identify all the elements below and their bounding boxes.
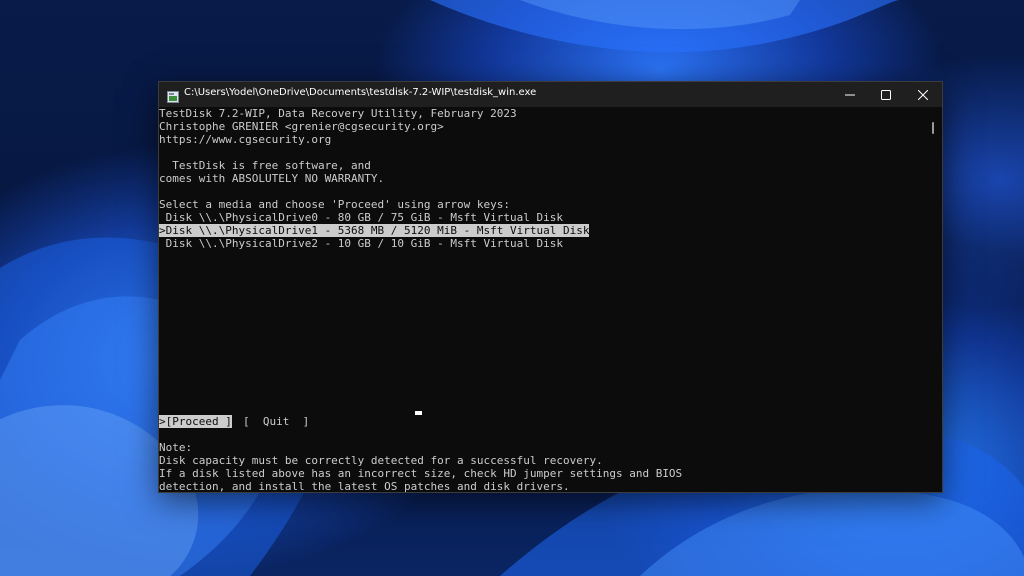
text-cursor: [415, 411, 422, 415]
header-line: TestDisk 7.2-WIP, Data Recovery Utility,…: [159, 107, 517, 120]
header-line: https://www.cgsecurity.org: [159, 133, 332, 146]
header-line: Christophe GRENIER <grenier@cgsecurity.o…: [159, 120, 444, 133]
note-line: If a disk listed above has an incorrect …: [159, 467, 683, 480]
testdisk-console-window[interactable]: C:\Users\Yodel\OneDrive\Documents\testdi…: [158, 81, 943, 493]
close-icon: [917, 85, 929, 104]
window-title: C:\Users\Yodel\OneDrive\Documents\testdi…: [184, 87, 537, 98]
window-titlebar[interactable]: C:\Users\Yodel\OneDrive\Documents\testdi…: [159, 82, 942, 107]
console-scrollbar[interactable]: [926, 107, 940, 492]
license-line: comes with ABSOLUTELY NO WARRANTY.: [159, 172, 385, 185]
proceed-button[interactable]: >[Proceed ]: [159, 415, 232, 428]
testdisk-app-icon: [167, 88, 179, 103]
maximize-button[interactable]: [867, 82, 905, 107]
note-line: Disk capacity must be correctly detected…: [159, 454, 603, 467]
scrollbar-thumb[interactable]: [932, 122, 934, 134]
minimize-icon: [845, 85, 855, 104]
minimize-button[interactable]: [831, 82, 869, 107]
disk-option-physicaldrive2[interactable]: Disk \\.\PhysicalDrive2 - 10 GB / 10 GiB…: [159, 237, 563, 250]
console-output[interactable]: TestDisk 7.2-WIP, Data Recovery Utility,…: [159, 107, 924, 492]
disk-option-physicaldrive1[interactable]: >Disk \\.\PhysicalDrive1 - 5368 MB / 512…: [159, 224, 590, 237]
note-line: detection, and install the latest OS pat…: [159, 480, 570, 493]
note-label: Note:: [159, 441, 193, 454]
disk-option-physicaldrive0[interactable]: Disk \\.\PhysicalDrive0 - 80 GB / 75 GiB…: [159, 211, 563, 224]
select-media-prompt: Select a media and choose 'Proceed' usin…: [159, 198, 510, 211]
license-line: TestDisk is free software, and: [159, 159, 371, 172]
quit-button[interactable]: [ Quit ]: [243, 415, 309, 428]
maximize-icon: [881, 85, 891, 104]
close-button[interactable]: [904, 82, 942, 107]
